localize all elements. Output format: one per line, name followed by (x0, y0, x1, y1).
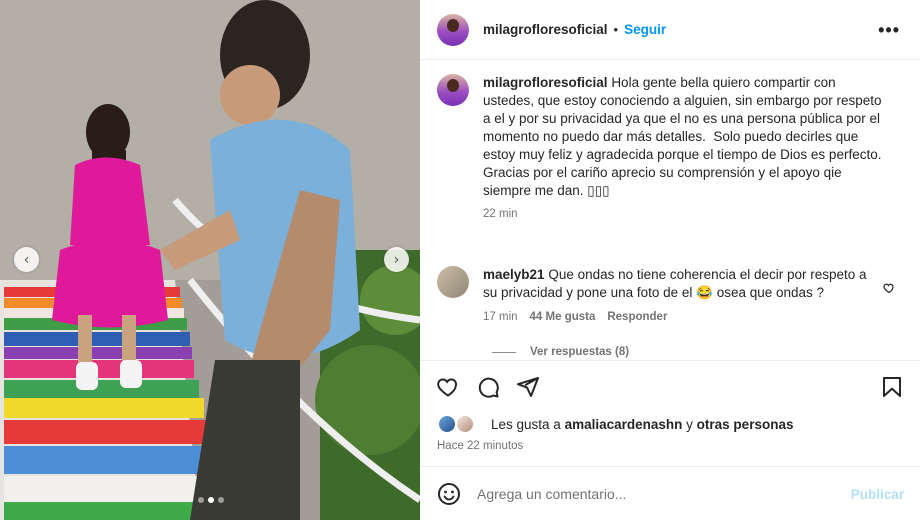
commenter-avatar[interactable] (437, 266, 469, 298)
comment-likes[interactable]: 44 Me gusta (530, 311, 596, 323)
caption-body: Hola gente bella quiero compartir con us… (483, 75, 882, 198)
share-send-icon[interactable] (516, 375, 540, 399)
comment-like-heart-icon[interactable] (883, 282, 895, 294)
chevron-right-icon: › (393, 251, 400, 268)
like-heart-icon[interactable] (436, 375, 460, 399)
post-timestamp: Hace 22 minutos (437, 440, 524, 452)
post-media[interactable]: ‹ › (0, 0, 420, 520)
caption-text: milagrofloresoficial Hola gente bella qu… (483, 74, 883, 200)
post-header: milagrofloresoficial • Seguir ••• (420, 0, 920, 60)
comments-section[interactable]: milagrofloresoficial Hola gente bella qu… (420, 60, 920, 360)
caption-time: 22 min (483, 208, 518, 220)
likes-summary: Les gusta a amaliacardenashn y otras per… (437, 414, 793, 434)
action-bar (420, 360, 920, 412)
comment-meta: 17 min 44 Me gusta Responder (483, 311, 873, 323)
others-link[interactable]: otras personas (697, 417, 794, 432)
comment-composer: Publicar (420, 466, 920, 520)
slide-dot (208, 497, 214, 503)
likes-prefix: Les gusta a (491, 416, 561, 432)
post-photo (0, 0, 420, 520)
liker-avatar (455, 414, 475, 434)
comment-text: maelyb21 Que ondas no tiene coherencia e… (483, 266, 873, 302)
separator-dot: • (613, 22, 619, 37)
replies-divider (492, 351, 516, 353)
liker-avatars (437, 414, 483, 434)
save-bookmark-icon[interactable] (880, 375, 904, 399)
more-options-icon[interactable]: ••• (878, 20, 900, 41)
emoji-icon[interactable] (437, 482, 461, 506)
follow-button[interactable]: Seguir (624, 22, 666, 37)
caption-avatar[interactable] (437, 74, 469, 106)
slide-dot (218, 497, 224, 503)
caption: milagrofloresoficial Hola gente bella qu… (437, 74, 907, 220)
view-replies-button[interactable]: Ver respuestas (8) (492, 346, 629, 358)
liker-username[interactable]: amaliacardenashn (565, 417, 683, 432)
author-avatar[interactable] (437, 13, 469, 46)
slide-dot (198, 497, 204, 503)
slide-indicator (198, 497, 224, 503)
publish-button[interactable]: Publicar (851, 487, 904, 502)
reply-button[interactable]: Responder (607, 311, 667, 323)
commenter-username[interactable]: maelyb21 (483, 267, 545, 282)
previous-slide-button[interactable]: ‹ (14, 247, 39, 272)
next-slide-button[interactable]: › (384, 247, 409, 272)
comment-item: maelyb21 Que ondas no tiene coherencia e… (437, 266, 907, 323)
view-replies-label: Ver respuestas (8) (530, 346, 630, 358)
post-details: milagrofloresoficial • Seguir ••• milagr… (420, 0, 920, 520)
author-username[interactable]: milagrofloresoficial (483, 22, 608, 37)
likes-mid: y (686, 416, 693, 432)
chevron-left-icon: ‹ (23, 251, 30, 268)
comment-input[interactable] (477, 485, 837, 502)
comment-bubble-icon[interactable] (476, 375, 500, 399)
comment-time: 17 min (483, 311, 518, 323)
caption-username[interactable]: milagrofloresoficial (483, 75, 608, 90)
liker-avatar (437, 414, 457, 434)
